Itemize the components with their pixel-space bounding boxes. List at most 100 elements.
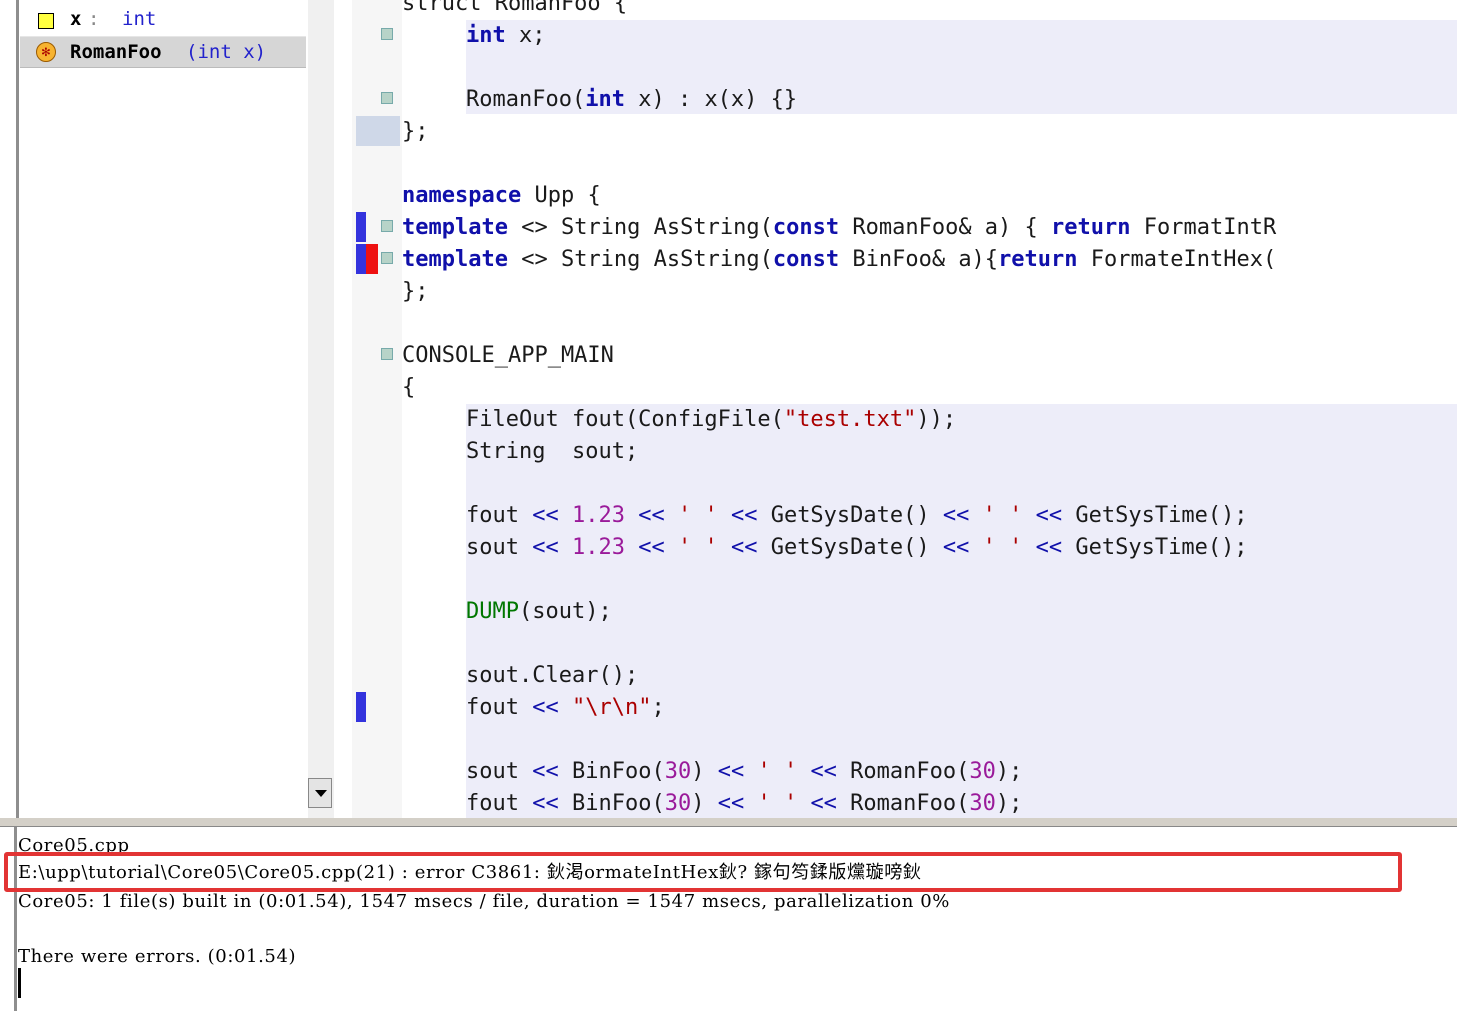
code-token: << — [532, 535, 559, 560]
output-status-line: There were errors. (0:01.54) — [18, 946, 297, 967]
change-marker-icon — [356, 244, 366, 274]
code-token: ) — [691, 791, 718, 816]
code-line: sout.Clear(); — [466, 663, 639, 688]
code-token: GetSysDate() — [757, 503, 943, 528]
nav-item-type: int — [122, 8, 157, 30]
code-token: ' ' — [969, 503, 1036, 528]
nav-item-sep: : — [88, 8, 100, 30]
code-token: FormatIntR — [1130, 215, 1277, 240]
navigator-scrollbar[interactable] — [308, 0, 334, 818]
code-token: RomanFoo( — [836, 791, 970, 816]
code-line: template <> String AsString(const RomanF… — [402, 212, 1276, 244]
code-token: )); — [916, 407, 957, 432]
code-token: sout — [466, 535, 533, 560]
panel-edge — [0, 0, 19, 818]
fold-marker-icon[interactable] — [381, 348, 393, 360]
code-token: const — [772, 215, 840, 240]
code-line: String sout; — [466, 439, 639, 464]
code-token: BinFoo( — [558, 791, 665, 816]
code-token: ); — [995, 791, 1023, 816]
code-line: RomanFoo(int x) : x(x) {} — [466, 84, 797, 116]
code-token: 30 — [969, 791, 996, 816]
nav-item-romanfoo[interactable]: ✻ RomanFoo (int x) — [20, 36, 306, 68]
code-token: return — [1051, 215, 1131, 240]
code-token: RomanFoo( — [466, 87, 586, 112]
code-token: DUMP — [466, 599, 519, 624]
code-token: <> String AsString( — [507, 215, 773, 240]
code-token: sout — [466, 759, 533, 784]
code-token: ' ' — [744, 791, 811, 816]
code-token: << — [810, 759, 837, 784]
code-line: fout << "\r\n"; — [466, 692, 665, 724]
code-line: fout << 1.23 << ' ' << GetSysDate() << '… — [466, 500, 1248, 532]
symbol-list: x : int ✻ RomanFoo (int x) — [18, 0, 309, 818]
nav-item-x[interactable]: x : int — [20, 4, 306, 34]
error-highlight-box — [4, 852, 1402, 892]
code-token: << — [1035, 535, 1063, 560]
navigator-panel: x : int ✻ RomanFoo (int x) — [0, 0, 336, 818]
code-token: FileOut fout(ConfigFile( — [466, 407, 784, 432]
code-line: struct RomanFoo { — [402, 0, 628, 16]
code-line: template <> String AsString(const BinFoo… — [402, 244, 1276, 276]
code-token: << — [532, 695, 559, 720]
code-line: FileOut fout(ConfigFile("test.txt")); — [466, 404, 956, 436]
code-token: fout — [466, 695, 533, 720]
code-token: << — [532, 791, 559, 816]
code-line: }; — [402, 119, 429, 144]
panel-splitter[interactable] — [0, 818, 1457, 827]
nav-item-type: (int x) — [186, 41, 267, 63]
code-token: << — [638, 535, 665, 560]
code-token: RomanFoo( — [836, 759, 970, 784]
code-token: 1.23 — [558, 503, 639, 528]
fold-marker-icon[interactable] — [381, 252, 393, 264]
code-token: FormateIntHex( — [1077, 247, 1277, 272]
code-line: sout << 1.23 << ' ' << GetSysDate() << '… — [466, 532, 1248, 564]
code-token: 30 — [664, 791, 692, 816]
code-token: RomanFoo& a) { — [839, 215, 1052, 240]
code-line: { — [402, 375, 416, 400]
current-line-gutter — [356, 116, 400, 146]
code-token: << — [942, 503, 970, 528]
code-token: fout — [466, 791, 533, 816]
fold-marker-icon[interactable] — [381, 28, 393, 40]
code-line: CONSOLE_APP_MAIN — [402, 343, 614, 368]
code-line: int x; — [466, 20, 546, 52]
code-line: sout << BinFoo(30) << ' ' << RomanFoo(30… — [466, 756, 1022, 788]
code-token: << — [810, 791, 837, 816]
fold-marker-icon[interactable] — [381, 92, 393, 104]
text-cursor — [18, 968, 21, 998]
code-line: DUMP(sout); — [466, 596, 612, 628]
code-token: ' ' — [664, 535, 731, 560]
code-token: << — [717, 791, 745, 816]
code-token: const — [772, 247, 840, 272]
code-token: <> String AsString( — [507, 247, 773, 272]
code-token: GetSysTime(); — [1062, 535, 1248, 560]
error-marker-icon — [366, 244, 378, 274]
code-token: fout — [466, 503, 533, 528]
scroll-down-arrow-icon[interactable] — [308, 778, 332, 808]
code-line: }; — [402, 279, 429, 304]
code-token: int — [585, 87, 625, 112]
code-token: "\r\n" — [558, 695, 652, 720]
nav-item-name: x — [70, 8, 82, 30]
code-token: ' ' — [969, 535, 1036, 560]
code-token: int — [466, 23, 506, 48]
output-summary-line: Core05: 1 file(s) built in (0:01.54), 15… — [18, 891, 950, 912]
code-token: ' ' — [664, 503, 731, 528]
code-token: template — [402, 247, 508, 272]
code-token: BinFoo& a){ — [839, 247, 999, 272]
code-token: 1.23 — [558, 535, 639, 560]
nav-item-name: RomanFoo — [70, 41, 162, 63]
code-token: "test.txt" — [783, 407, 917, 432]
code-token: return — [998, 247, 1078, 272]
code-token: BinFoo( — [558, 759, 665, 784]
code-token: << — [730, 503, 758, 528]
code-token: 30 — [969, 759, 996, 784]
code-token: ' ' — [744, 759, 811, 784]
code-token: ); — [995, 759, 1023, 784]
code-token: template — [402, 215, 508, 240]
code-token: << — [717, 759, 745, 784]
fold-marker-icon[interactable] — [381, 220, 393, 232]
code-token: namespace — [402, 183, 522, 208]
member-variable-icon — [38, 13, 54, 29]
